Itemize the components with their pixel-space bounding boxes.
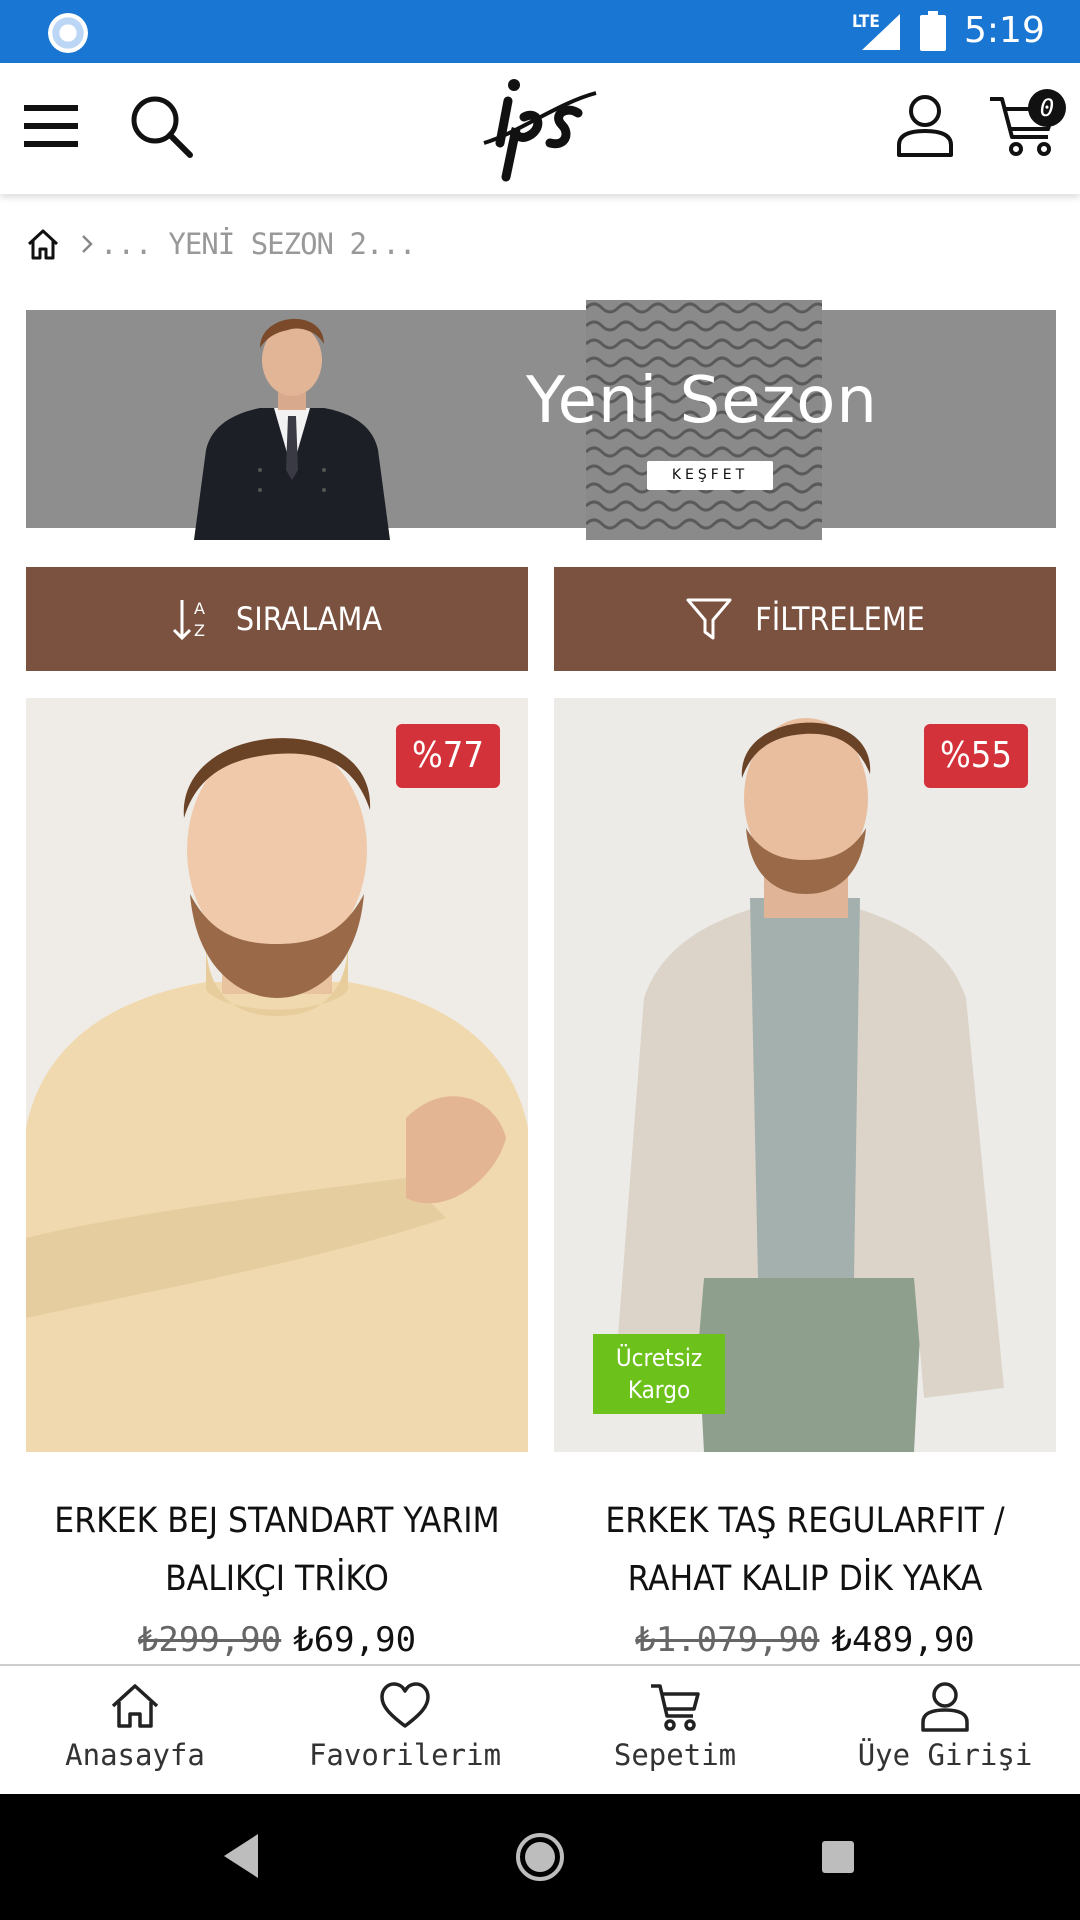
current-price: ₺69,90	[293, 1620, 417, 1660]
home-icon	[111, 1684, 159, 1728]
brand-logo[interactable]	[478, 73, 602, 185]
product-title[interactable]: ERKEK TAŞ REGULARFIT / RAHAT KALIP DİK Y…	[554, 1492, 1056, 1608]
heart-icon	[380, 1682, 430, 1728]
product-price: ₺299,90 ₺69,90	[26, 1620, 528, 1660]
home-icon[interactable]	[26, 227, 60, 261]
sync-status-icon	[48, 13, 88, 53]
system-navigation-bar	[0, 1794, 1080, 1920]
breadcrumb-current: YENİ SEZON 2...	[168, 227, 416, 261]
product-photo-beige-sweater	[26, 698, 528, 1452]
clock: 5:19	[964, 10, 1045, 51]
old-price: ₺1.079,90	[635, 1620, 820, 1660]
banner-title: Yeni Sezon	[526, 364, 878, 438]
cart-count-badge: 0	[1028, 89, 1066, 127]
product-card[interactable]: %55 Ücretsiz Kargo ERKEK TAŞ REGULARFIT …	[554, 698, 1056, 1660]
home-button-icon[interactable]	[514, 1831, 566, 1883]
product-title[interactable]: ERKEK BEJ STANDART YARIM BALIKÇI TRİKO	[26, 1492, 528, 1608]
menu-icon[interactable]	[24, 101, 78, 151]
nav-item-home[interactable]: Anasayfa	[0, 1666, 270, 1794]
status-bar: LTE 5:19	[0, 0, 1080, 63]
filter-icon	[686, 598, 732, 640]
product-image[interactable]: %55 Ücretsiz Kargo	[554, 698, 1056, 1452]
discount-badge: %77	[396, 724, 500, 788]
back-icon[interactable]	[220, 1826, 260, 1886]
nav-item-cart[interactable]: Sepetim	[540, 1666, 810, 1794]
sort-label: SIRALAMA	[235, 600, 383, 638]
nav-label: Favorilerim	[308, 1738, 502, 1772]
product-image[interactable]: %77	[26, 698, 528, 1452]
chevron-right-icon	[82, 235, 93, 253]
svg-text:Z: Z	[194, 621, 205, 640]
app-header: 0	[0, 63, 1080, 194]
svg-text:A: A	[194, 599, 205, 618]
sort-button[interactable]: A Z SIRALAMA	[26, 567, 528, 671]
nav-label: Üye Girişi	[857, 1738, 1033, 1772]
user-icon	[921, 1682, 969, 1732]
product-price: ₺1.079,90 ₺489,90	[554, 1620, 1056, 1660]
filter-button[interactable]: FİLTRELEME	[554, 567, 1056, 671]
nav-label: Anasayfa	[65, 1738, 205, 1772]
search-icon[interactable]	[128, 93, 194, 159]
recents-icon[interactable]	[820, 1839, 856, 1875]
signal-icon	[862, 14, 900, 50]
breadcrumb-ellipsis[interactable]: ...	[100, 227, 152, 261]
breadcrumb: ... YENİ SEZON 2...	[26, 222, 416, 266]
old-price: ₺299,90	[137, 1620, 282, 1660]
bottom-navigation: Anasayfa Favorilerim Sepetim Üye Girişi	[0, 1664, 1080, 1794]
account-icon[interactable]	[895, 93, 955, 157]
battery-icon	[920, 11, 946, 51]
nav-item-favorites[interactable]: Favorilerim	[270, 1666, 540, 1794]
sort-az-icon: A Z	[172, 599, 205, 641]
banner-model-image	[194, 318, 390, 540]
filter-label: FİLTRELEME	[755, 600, 925, 638]
nav-item-login[interactable]: Üye Girişi	[810, 1666, 1080, 1794]
cart-icon	[651, 1684, 700, 1731]
discount-badge: %55	[924, 724, 1028, 788]
current-price: ₺489,90	[831, 1620, 975, 1660]
nav-label: Sepetim	[613, 1738, 737, 1772]
promo-banner[interactable]: Yeni Sezon KEŞFET	[26, 300, 1056, 540]
product-card[interactable]: %77 ERKEK BEJ STANDART YARIM BALIKÇI TRİ…	[26, 698, 528, 1660]
discover-button[interactable]: KEŞFET	[647, 461, 773, 490]
free-shipping-badge: Ücretsiz Kargo	[593, 1334, 725, 1414]
